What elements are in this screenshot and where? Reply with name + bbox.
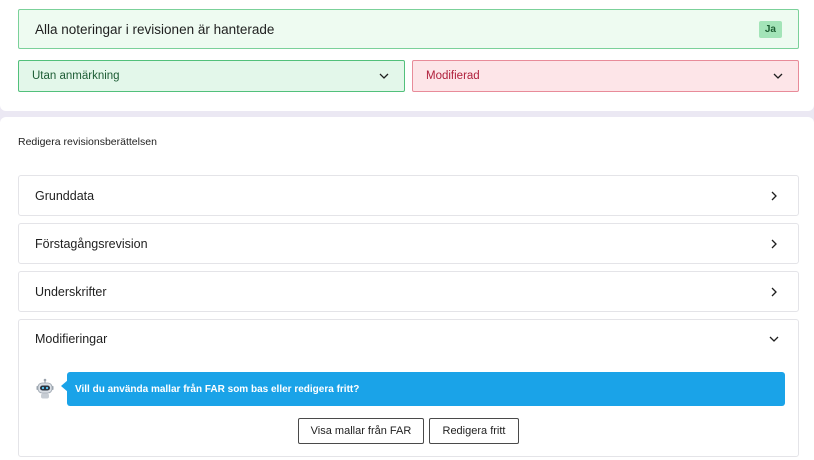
accordion-label: Modifieringar <box>35 332 108 346</box>
status-bar: Alla noteringar i revisionen är hanterad… <box>18 9 799 49</box>
accordion-underskrifter[interactable]: Underskrifter <box>18 271 799 312</box>
assistant-message: Vill du använda mallar från FAR som bas … <box>67 372 785 406</box>
accordion-forstagangsrevision[interactable]: Förstagångsrevision <box>18 223 799 264</box>
edit-freely-button[interactable]: Redigera fritt <box>429 418 519 444</box>
accordion-header-modifieringar[interactable]: Modifieringar <box>19 320 798 358</box>
accordion-modifieringar: Modifieringar Vill du använda mallar frå… <box>18 319 799 457</box>
accordion-label: Grunddata <box>35 188 95 203</box>
status-badge: Ja <box>758 20 782 38</box>
chevron-right-icon <box>768 238 780 250</box>
opinion-select-value: Utan anmärkning <box>32 70 120 82</box>
chevron-down-icon <box>772 70 784 82</box>
accordion-label: Underskrifter <box>35 284 107 299</box>
report-type-select[interactable]: Modifierad <box>412 60 799 92</box>
chevron-down-icon <box>378 70 390 82</box>
section-heading: Redigera revisionsberättelsen <box>18 136 157 148</box>
robot-icon <box>36 378 54 400</box>
edit-report-panel: Redigera revisionsberättelsen Grunddata … <box>0 117 814 460</box>
opinion-select[interactable]: Utan anmärkning <box>18 60 405 92</box>
status-text: Alla noteringar i revisionen är hanterad… <box>35 21 275 37</box>
report-type-select-value: Modifierad <box>426 70 480 82</box>
chevron-down-icon <box>768 333 780 345</box>
show-far-templates-button[interactable]: Visa mallar från FAR <box>298 418 424 444</box>
accordion-grunddata[interactable]: Grunddata <box>18 175 799 216</box>
accordion-label: Förstagångsrevision <box>35 236 148 251</box>
chevron-right-icon <box>768 286 780 298</box>
chevron-right-icon <box>768 190 780 202</box>
review-status-panel: Alla noteringar i revisionen är hanterad… <box>0 0 814 111</box>
